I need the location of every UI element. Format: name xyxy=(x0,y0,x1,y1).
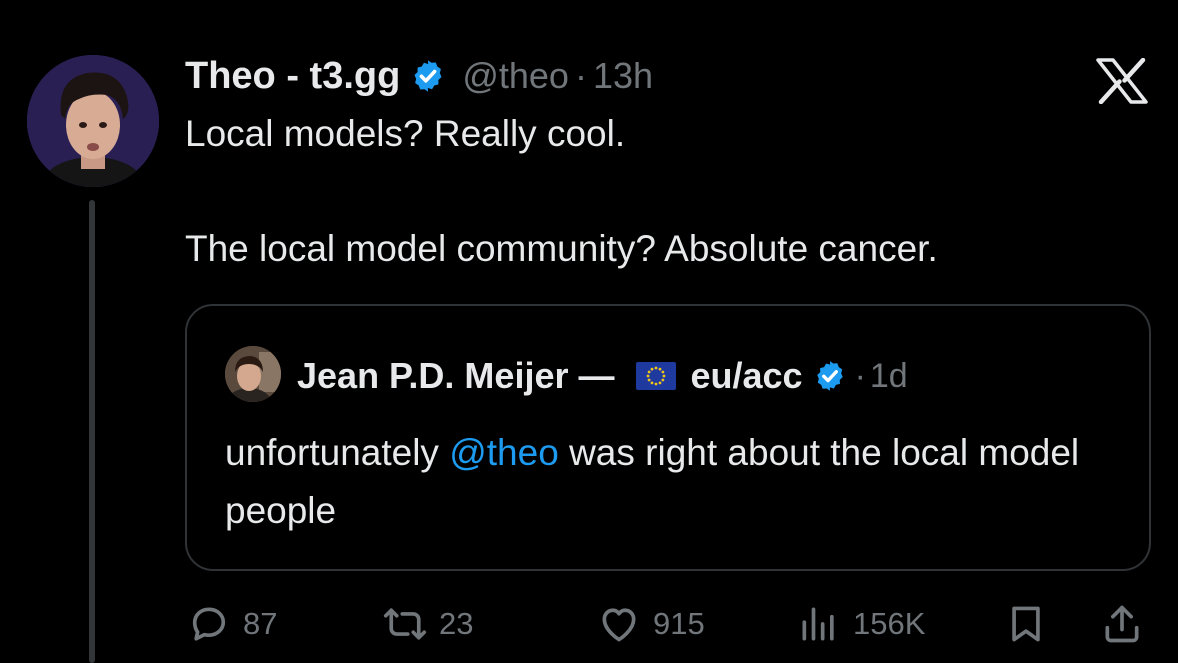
tweet-timestamp[interactable]: 13h xyxy=(593,55,653,97)
like-count: 915 xyxy=(653,606,705,641)
repost-icon xyxy=(383,608,427,640)
x-logo-icon[interactable] xyxy=(1096,58,1148,104)
quoted-tweet-text: unfortunately @theo was right about the … xyxy=(225,424,1125,540)
author-name[interactable]: Theo - t3.gg xyxy=(185,55,400,98)
eu-flag-icon xyxy=(636,362,677,390)
author-avatar[interactable] xyxy=(27,55,159,187)
reply-button[interactable]: 87 xyxy=(187,596,277,652)
header-separator: · xyxy=(574,55,587,96)
quoted-author-avatar xyxy=(225,346,281,402)
views-icon xyxy=(802,607,834,641)
repost-button[interactable]: 23 xyxy=(383,596,473,652)
quoted-header-separator: · xyxy=(854,356,866,395)
quoted-tweet-timestamp: 1d xyxy=(869,356,908,395)
action-bar: 87 23 915 156K xyxy=(185,596,1148,652)
reply-icon xyxy=(192,607,226,641)
quoted-tweet[interactable]: Jean P.D. Meijer — eu/acc · 1d unfortuna… xyxy=(185,304,1151,571)
tweet-text: Local models? Really cool. The local mod… xyxy=(185,112,1145,271)
mention-link[interactable]: @theo xyxy=(449,432,559,473)
verified-badge-icon[interactable] xyxy=(410,58,446,94)
quoted-avatar-image xyxy=(225,346,281,402)
share-icon xyxy=(1105,605,1139,643)
bookmark-icon xyxy=(1012,606,1040,642)
tweet-text-line: Local models? Really cool. xyxy=(185,113,626,154)
like-button[interactable]: 915 xyxy=(597,596,705,652)
quoted-author-name: Jean P.D. Meijer — xyxy=(297,355,615,396)
bookmark-button[interactable] xyxy=(1004,596,1048,652)
verified-badge-icon xyxy=(816,361,843,391)
quoted-author-suffix: eu/acc xyxy=(690,355,803,396)
thread-line xyxy=(89,200,95,663)
quoted-text-before: unfortunately xyxy=(225,432,450,473)
author-handle[interactable]: @theo xyxy=(462,55,569,97)
views-count: 156K xyxy=(853,606,926,641)
reply-count: 87 xyxy=(243,606,278,641)
repost-count: 23 xyxy=(439,606,474,641)
heart-icon xyxy=(602,608,636,642)
views-button[interactable]: 156K xyxy=(797,596,925,652)
author-avatar-image xyxy=(27,55,159,187)
share-button[interactable] xyxy=(1100,596,1144,652)
tweet-header: Theo - t3.gg @theo · 13h xyxy=(185,52,653,100)
quoted-tweet-header: Jean P.D. Meijer — eu/acc · 1d xyxy=(297,350,908,402)
tweet-text-line: The local model community? Absolute canc… xyxy=(185,228,938,269)
